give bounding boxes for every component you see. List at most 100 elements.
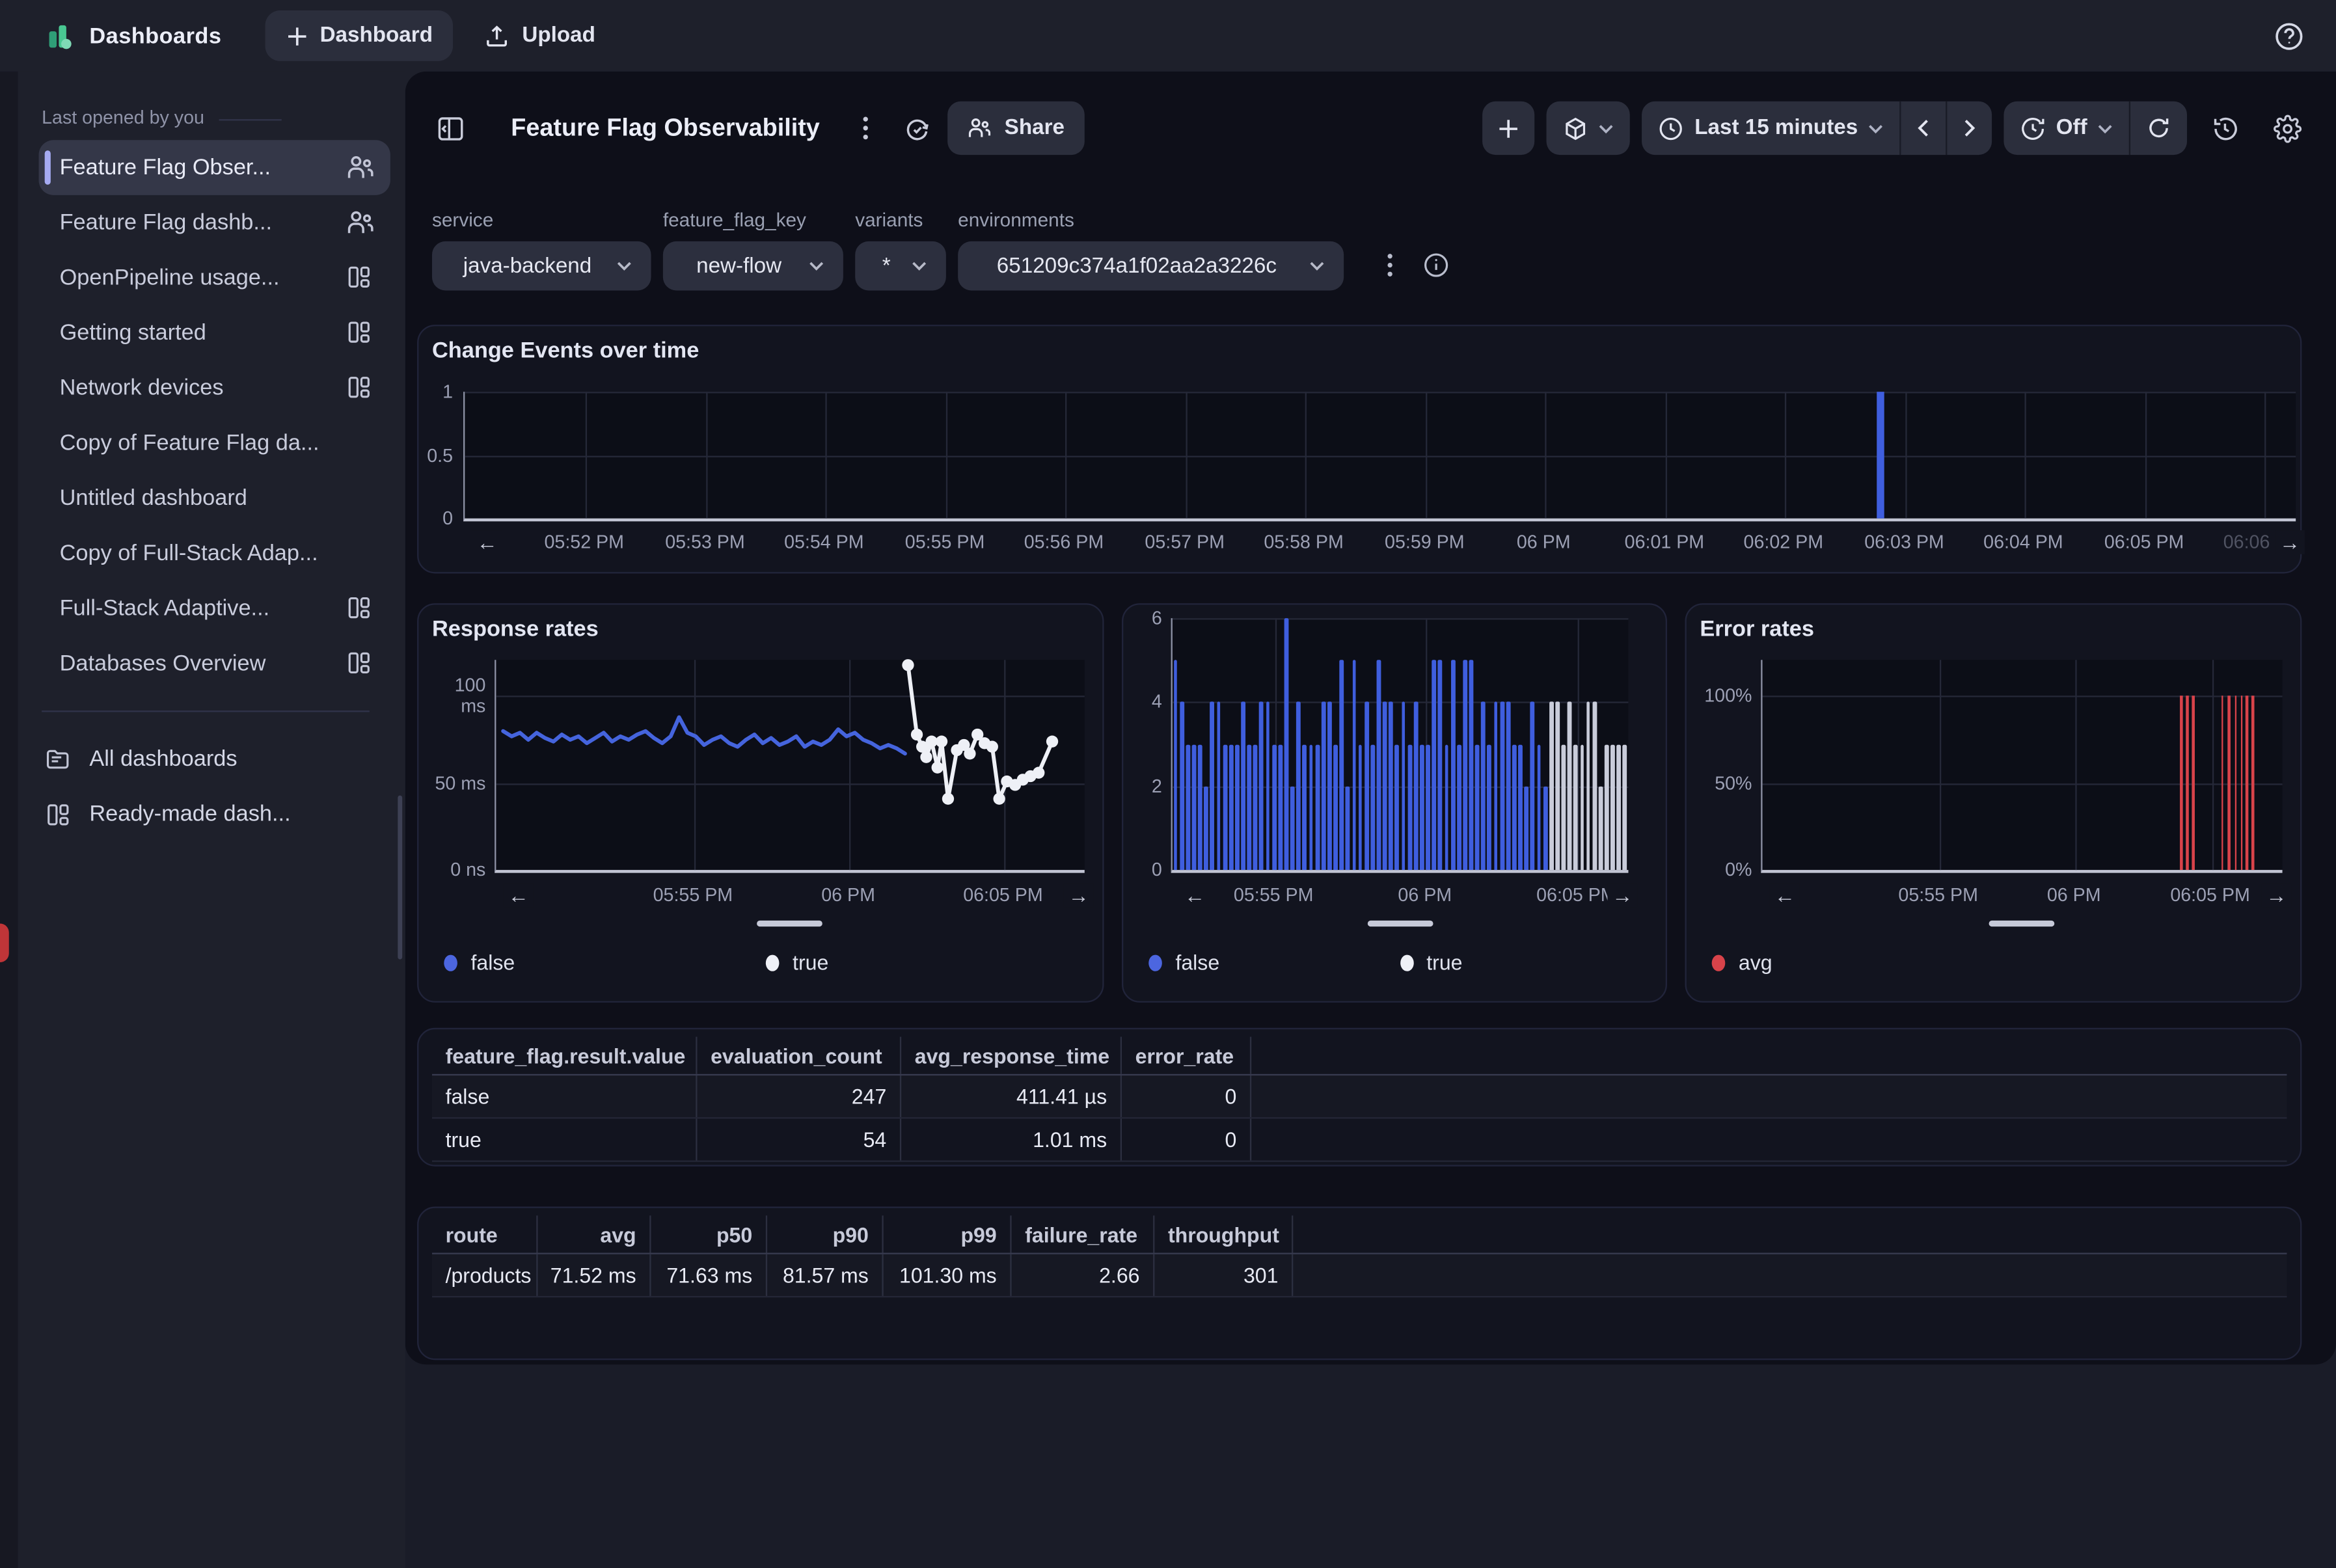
time-shift-forward-button[interactable] xyxy=(1946,101,1992,155)
legend-dot xyxy=(1148,954,1162,970)
column-header-evaluation-count[interactable]: evaluation_count xyxy=(698,1037,902,1074)
history-button[interactable] xyxy=(2199,103,2249,154)
gridline xyxy=(1065,392,1066,519)
table-row: false247411.41 µs0 xyxy=(432,1075,2287,1118)
column-header-spacer xyxy=(1293,1215,2287,1252)
pan-right-arrow[interactable]: → xyxy=(1607,884,1637,908)
y-tick-label: 50 ms xyxy=(426,773,486,794)
dashboard-menu-button[interactable] xyxy=(841,103,891,154)
value-bar xyxy=(1266,702,1270,870)
value-bar xyxy=(1346,786,1350,870)
filters-menu-button[interactable] xyxy=(1387,253,1393,284)
panel-title: Change Events over time xyxy=(432,338,699,364)
filters-info-button[interactable] xyxy=(1423,252,1450,286)
routes-table: routeavgp50p90p99failure_ratethroughput/… xyxy=(432,1215,2287,1297)
column-header-feature-flag-result-value[interactable]: feature_flag.result.value xyxy=(432,1037,698,1074)
upload-button[interactable]: Upload xyxy=(464,10,616,61)
refresh-button[interactable] xyxy=(2129,101,2187,155)
value-bar xyxy=(1407,744,1411,870)
pan-indicator[interactable] xyxy=(1989,921,2055,926)
sidebar-item-getting-started[interactable]: Getting started xyxy=(39,305,390,360)
sidebar-section-header: Last opened by you xyxy=(42,107,405,128)
filter-dropdown-environments[interactable]: 651209c374a1f02aa2a3226c xyxy=(958,241,1344,291)
column-header-route[interactable]: route xyxy=(432,1215,538,1252)
sidebar-item-label: Feature Flag Obser... xyxy=(60,155,334,180)
pan-right-arrow[interactable]: → xyxy=(2262,884,2292,908)
chart-legend: falsetrue xyxy=(444,951,1087,975)
filter-dropdown-variants[interactable]: * xyxy=(855,241,946,291)
chart-plot-evaluation-counts[interactable]: 6420 xyxy=(1171,618,1629,873)
sidebar-item-databases-overview[interactable]: Databases Overview xyxy=(39,636,390,692)
filter-dropdown-feature_flag_key[interactable]: new-flow xyxy=(663,241,843,291)
filter-value: * xyxy=(875,254,899,278)
sidebar-item-copy-of-full-stack-adap[interactable]: Copy of Full-Stack Adap... xyxy=(39,526,390,581)
sidebar-item-ready-made-dash[interactable]: Ready-made dash... xyxy=(39,787,390,842)
column-header-p50[interactable]: p50 xyxy=(651,1215,768,1252)
pan-left-arrow[interactable]: ← xyxy=(472,530,502,554)
event-bar xyxy=(2180,696,2182,870)
sidebar-item-all-dashboards[interactable]: All dashboards xyxy=(39,731,390,787)
help-button[interactable] xyxy=(2272,20,2305,52)
page-title: Feature Flag Observability xyxy=(511,114,819,142)
sync-status-button[interactable] xyxy=(891,103,942,154)
share-button[interactable]: Share xyxy=(948,101,1084,155)
legend-item-true[interactable]: true xyxy=(1400,951,1651,975)
pan-left-arrow[interactable]: ← xyxy=(1770,884,1800,908)
x-tick-label: 05:57 PM xyxy=(1145,532,1225,552)
pan-left-arrow[interactable]: ← xyxy=(504,884,534,908)
add-panel-button[interactable] xyxy=(1483,101,1535,155)
column-header-error-rate[interactable]: error_rate xyxy=(1122,1037,1251,1074)
sidebar-item-untitled-dashboard[interactable]: Untitled dashboard xyxy=(39,470,390,526)
sidebar-item-openpipeline-usage[interactable]: OpenPipeline usage... xyxy=(39,250,390,306)
value-bar xyxy=(1482,702,1486,870)
gridline xyxy=(465,392,2296,393)
chart-plot-change-events[interactable]: 10.50 xyxy=(463,392,2296,521)
table-body: /products71.52 ms71.63 ms81.57 ms101.30 … xyxy=(432,1254,2287,1297)
sidebar-item-copy-of-feature-flag-da[interactable]: Copy of Feature Flag da... xyxy=(39,416,390,471)
table-cell: 71.63 ms xyxy=(651,1254,768,1296)
settings-button[interactable] xyxy=(2262,103,2313,154)
column-header-avg-response-time[interactable]: avg_response_time xyxy=(901,1037,1122,1074)
chart-plot-response-rates[interactable]: 100 ms50 ms0 ns xyxy=(495,660,1085,872)
sidebar-item-feature-flag-dashb[interactable]: Feature Flag dashb... xyxy=(39,195,390,250)
column-header-throughput[interactable]: throughput xyxy=(1154,1215,1293,1252)
pan-indicator[interactable] xyxy=(1368,921,1433,926)
value-bar xyxy=(1327,702,1331,870)
y-tick-label: 100% xyxy=(1695,686,1752,707)
pan-left-arrow[interactable]: ← xyxy=(1180,884,1210,908)
sidebar-section-label: Last opened by you xyxy=(42,107,204,128)
view-mode-button[interactable] xyxy=(1547,101,1631,155)
column-header-p99[interactable]: p99 xyxy=(884,1215,1012,1252)
collapse-sidebar-button[interactable] xyxy=(425,103,476,154)
sidebar-item-label: All dashboards xyxy=(89,746,375,772)
app-brand[interactable]: Dashboards xyxy=(45,20,222,51)
legend-item-true[interactable]: true xyxy=(766,951,1088,975)
chevron-down-icon xyxy=(1868,123,1883,133)
legend-label: avg xyxy=(1739,951,1772,975)
time-range-button[interactable]: Last 15 minutes xyxy=(1642,101,1899,155)
time-shift-back-button[interactable] xyxy=(1899,101,1946,155)
column-header-p90[interactable]: p90 xyxy=(767,1215,884,1252)
x-tick-label: 06 PM xyxy=(2047,885,2101,906)
legend-item-false[interactable]: false xyxy=(444,951,766,975)
auto-refresh-button[interactable]: Off xyxy=(2004,101,2129,155)
sidebar-scrollbar[interactable] xyxy=(397,796,402,960)
column-header-failure-rate[interactable]: failure_rate xyxy=(1012,1215,1155,1252)
sidebar-item-feature-flag-obser[interactable]: Feature Flag Obser... xyxy=(39,140,390,195)
value-bar xyxy=(1413,702,1417,870)
chart-plot-error-rates[interactable]: 100%50%0% xyxy=(1761,660,2282,872)
y-tick-label: 0.5 xyxy=(414,444,453,465)
rail-notification-dot xyxy=(0,924,9,963)
filter-dropdown-service[interactable]: java-backend xyxy=(432,241,651,291)
new-dashboard-button[interactable]: Dashboard xyxy=(265,10,454,61)
pan-right-arrow[interactable]: → xyxy=(2275,530,2305,554)
legend-item-avg[interactable]: avg xyxy=(1712,951,1999,975)
legend-item-false[interactable]: false xyxy=(1148,951,1400,975)
sidebar-item-full-stack-adaptive[interactable]: Full-Stack Adaptive... xyxy=(39,581,390,636)
pan-right-arrow[interactable]: → xyxy=(1064,884,1094,908)
column-header-avg[interactable]: avg xyxy=(538,1215,651,1252)
chart-legend: avg xyxy=(1712,951,2285,975)
value-bar xyxy=(1549,702,1553,870)
sidebar-item-network-devices[interactable]: Network devices xyxy=(39,360,390,416)
pan-indicator[interactable] xyxy=(757,921,822,926)
